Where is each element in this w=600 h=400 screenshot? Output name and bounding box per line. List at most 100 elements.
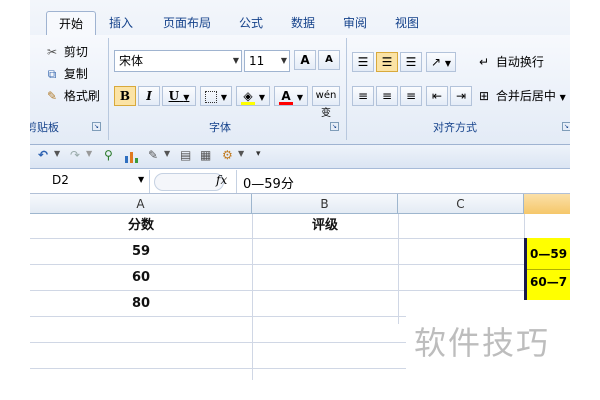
name-box-resize-handle[interactable]	[154, 173, 224, 191]
merge-center-button[interactable]: ⊞ 合并后居中 ▼	[476, 86, 566, 106]
watermark: 软件技巧	[414, 324, 551, 362]
format-painter-label: 格式刷	[63, 89, 100, 103]
scissors-icon: ✂	[46, 45, 58, 59]
copy-button[interactable]: ⧉ 复制	[44, 64, 88, 84]
align-left-button[interactable]: ≡	[352, 86, 374, 106]
chevron-down-icon: ▼	[559, 93, 566, 102]
chevron-down-icon[interactable]: ▼	[138, 175, 144, 184]
font-dialog-launcher-icon[interactable]: ↘	[330, 122, 339, 131]
customize-toolbar-icon[interactable]: ▾	[256, 149, 261, 159]
align-middle-icon: ☰	[381, 55, 393, 69]
copy-label: 复制	[63, 67, 88, 81]
align-bottom-icon: ☰	[405, 55, 417, 69]
tools-icon[interactable]: ⚙	[222, 148, 233, 162]
cut-button[interactable]: ✂ 剪切	[44, 42, 88, 62]
tab-formulas[interactable]: 公式	[228, 11, 274, 35]
alignment-dialog-launcher-icon[interactable]: ↘	[562, 122, 570, 131]
chevron-down-icon[interactable]: ▼	[238, 149, 244, 158]
cell-a2[interactable]: 59	[30, 239, 252, 265]
cell-d3[interactable]: 60—7	[527, 270, 570, 294]
chevron-down-icon[interactable]: ▼	[54, 149, 60, 158]
chevron-down-icon: ▼	[183, 93, 190, 102]
insert-function-icon[interactable]: fx	[216, 173, 227, 187]
grid-icon[interactable]: ▦	[200, 148, 211, 162]
align-center-icon: ≡	[381, 89, 393, 103]
name-box-value: D2	[52, 173, 69, 187]
bold-button[interactable]: B	[114, 86, 136, 106]
merge-cells-icon: ⊞	[478, 89, 490, 103]
orientation-button[interactable]: ↗ ▼	[426, 52, 456, 72]
font-group-label: 字体	[209, 121, 231, 134]
align-center-button[interactable]: ≡	[376, 86, 398, 106]
formula-content: 0—59分	[243, 177, 294, 192]
chevron-down-icon: ▼	[296, 93, 303, 102]
formula-bar: D2 ▼ fx 0—59分	[30, 170, 570, 194]
wrap-text-icon: ↵	[478, 55, 490, 69]
redo-icon[interactable]: ↷	[70, 148, 80, 162]
increase-indent-button[interactable]: ⇥	[450, 86, 472, 106]
tab-review[interactable]: 审阅	[332, 11, 378, 35]
tab-insert[interactable]: 插入	[98, 11, 144, 35]
column-headers: A B C	[30, 194, 570, 214]
grow-font-icon: A	[300, 53, 310, 67]
font-name-value: 宋体	[119, 54, 144, 68]
chevron-down-icon: ▼	[220, 93, 227, 102]
paintbrush-icon: ✎	[46, 89, 58, 103]
column-header-c[interactable]: C	[398, 194, 524, 214]
tab-home[interactable]: 开始	[46, 11, 96, 35]
cell-a1[interactable]: 分数	[30, 214, 252, 238]
cell-d2[interactable]: 0—59	[527, 242, 570, 266]
shrink-font-button[interactable]: A	[318, 50, 340, 70]
cut-label: 剪切	[63, 45, 88, 59]
align-top-button[interactable]: ☰	[352, 52, 374, 72]
align-left-icon: ≡	[357, 89, 369, 103]
grow-font-button[interactable]: A	[294, 50, 316, 70]
align-right-button[interactable]: ≡	[400, 86, 422, 106]
fill-color-button[interactable]: ◈ ▼	[236, 86, 270, 106]
filter-icon[interactable]: ⚲	[104, 148, 113, 162]
font-name-select[interactable]: 宋体 ▼	[114, 50, 242, 72]
wrap-text-label: 自动换行	[495, 55, 544, 69]
align-bottom-button[interactable]: ☰	[400, 52, 422, 72]
tab-data[interactable]: 数据	[280, 11, 326, 35]
cell-b1[interactable]: 评级	[252, 214, 398, 238]
column-header-a[interactable]: A	[30, 194, 252, 214]
align-middle-button[interactable]: ☰	[376, 52, 398, 72]
cell-a4[interactable]: 80	[30, 291, 252, 317]
form-icon[interactable]: ▤	[180, 148, 191, 162]
decrease-indent-button[interactable]: ⇤	[426, 86, 448, 106]
chevron-down-icon: ▼	[232, 56, 239, 65]
alignment-group-label: 对齐方式	[433, 121, 477, 134]
font-color-button[interactable]: A ▼	[274, 86, 308, 106]
name-box[interactable]: D2 ▼	[30, 170, 150, 193]
bar-chart-icon[interactable]	[124, 151, 140, 163]
column-header-b[interactable]: B	[252, 194, 398, 214]
italic-button[interactable]: I	[138, 86, 160, 106]
tab-view[interactable]: 视图	[384, 11, 430, 35]
clipboard-dialog-launcher-icon[interactable]: ↘	[92, 122, 101, 131]
chevron-down-icon[interactable]: ▼	[164, 149, 170, 158]
selected-range-d[interactable]: 0—59 60—7	[524, 238, 570, 300]
grid-line	[398, 214, 399, 324]
paint-bucket-icon: ◈	[241, 90, 255, 105]
font-size-select[interactable]: 11 ▼	[244, 50, 290, 72]
copy-icon: ⧉	[47, 67, 57, 81]
chevron-down-icon: ▼	[280, 56, 287, 65]
chevron-down-icon[interactable]: ▼	[86, 149, 92, 158]
clipboard-group-label: 剪贴板	[30, 121, 59, 134]
wrap-text-button[interactable]: ↵ 自动换行	[476, 52, 544, 72]
formula-input[interactable]: 0—59分	[236, 170, 570, 193]
italic-icon: I	[146, 89, 152, 103]
tab-page-layout[interactable]: 页面布局	[148, 11, 226, 35]
undo-icon[interactable]: ↶	[38, 148, 48, 162]
column-header-d[interactable]	[524, 194, 570, 214]
chevron-down-icon: ▼	[258, 93, 265, 102]
text-orientation-icon: ↗	[430, 55, 442, 69]
phonetic-guide-button[interactable]: wén 变	[312, 86, 340, 119]
decrease-indent-icon: ⇤	[431, 89, 443, 103]
cell-a3[interactable]: 60	[30, 265, 252, 291]
underline-button[interactable]: U ▼	[162, 86, 196, 106]
draw-icon[interactable]: ✎	[148, 148, 158, 162]
borders-button[interactable]: ▼	[200, 86, 232, 106]
format-painter-button[interactable]: ✎ 格式刷	[44, 86, 100, 106]
